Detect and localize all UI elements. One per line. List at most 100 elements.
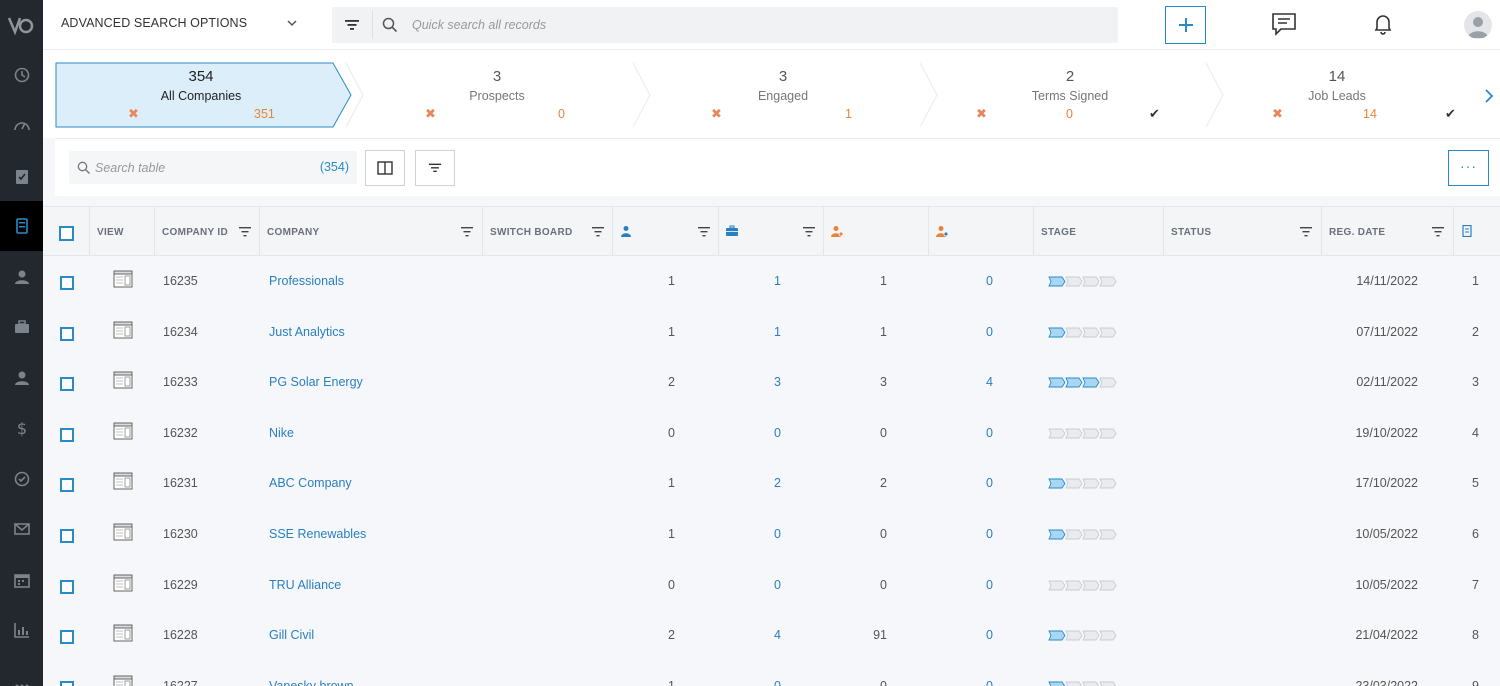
column-jobs[interactable]	[718, 207, 823, 255]
table-row[interactable]: 16235 Professionals 1 1 1 0 14/11/2022 1	[43, 256, 1500, 307]
view-record-icon[interactable]	[113, 675, 133, 686]
company-name-link[interactable]: Nike	[269, 426, 294, 440]
row-checkbox[interactable]	[60, 427, 74, 442]
filter-icon[interactable]	[239, 227, 251, 237]
chat-icon[interactable]	[1271, 12, 1297, 36]
row-checkbox[interactable]	[60, 529, 74, 543]
sidebar-tasks-icon[interactable]	[0, 151, 43, 201]
view-record-icon[interactable]	[113, 624, 133, 642]
table-search-input[interactable]	[95, 159, 295, 177]
chevron-down-icon[interactable]	[286, 17, 298, 29]
view-record-icon[interactable]	[113, 472, 133, 490]
sidebar-reports-icon[interactable]	[0, 605, 43, 655]
column-placements[interactable]	[928, 207, 1033, 255]
sidebar-candidates-icon[interactable]	[0, 353, 43, 403]
row-checkbox[interactable]	[60, 326, 74, 341]
filter-icon[interactable]	[698, 227, 710, 237]
column-reg-date[interactable]: REG. DATE	[1321, 207, 1453, 255]
sidebar-approvals-icon[interactable]	[0, 454, 43, 504]
table-row[interactable]: 16232 Nike 0 0 0 0 19/10/2022 4	[43, 408, 1500, 459]
placements-count-link[interactable]: 0	[986, 527, 993, 541]
chevron-right-icon[interactable]	[1483, 89, 1495, 103]
company-name-link[interactable]: Gill Civil	[269, 628, 314, 642]
sidebar-jobs-icon[interactable]	[0, 302, 43, 352]
row-checkbox[interactable]	[60, 579, 74, 594]
jobs-count-link[interactable]: 2	[774, 476, 781, 490]
stage-terms-signed[interactable]: 2 Terms Signed ✖ 0 ✔	[926, 63, 1214, 127]
sidebar-calendar-icon[interactable]	[0, 555, 43, 605]
jobs-count-link[interactable]: 1	[774, 325, 781, 339]
logo-icon[interactable]	[6, 14, 36, 38]
row-checkbox[interactable]	[60, 630, 74, 645]
row-checkbox[interactable]	[60, 377, 74, 392]
table-row[interactable]: 16228 Gill Civil 2 4 91 0 21/04/2022 8	[43, 610, 1500, 661]
sidebar-history-icon[interactable]	[0, 50, 43, 100]
more-options-button[interactable]: ···	[1448, 150, 1489, 186]
column-switch-board[interactable]: SWITCH BOARD	[482, 207, 612, 255]
row-checkbox[interactable]	[60, 478, 74, 493]
jobs-count-link[interactable]: 0	[774, 426, 781, 440]
company-name-link[interactable]: Professionals	[269, 274, 344, 288]
sidebar-mail-icon[interactable]	[0, 504, 43, 554]
close-icon[interactable]: ✖	[711, 106, 722, 122]
company-name-link[interactable]: Just Analytics	[269, 325, 345, 339]
company-name-link[interactable]: SSE Renewables	[269, 527, 366, 541]
close-icon[interactable]: ✖	[1272, 106, 1283, 122]
column-company-id[interactable]: COMPANY ID	[154, 207, 259, 255]
columns-button[interactable]	[365, 150, 405, 186]
select-all-checkbox[interactable]	[59, 226, 74, 241]
stage-all-companies[interactable]: 354 All Companies ✖ 351	[56, 63, 346, 127]
table-row[interactable]: 16231 ABC Company 1 2 2 0 17/10/2022 5	[43, 458, 1500, 509]
filter-icon[interactable]	[1300, 227, 1312, 237]
table-row[interactable]: 16230 SSE Renewables 1 0 0 0 10/05/2022 6	[43, 509, 1500, 560]
table-row[interactable]: 16227 Vapesky brown 1 0 0 0 23/03/2022 9	[43, 661, 1500, 686]
table-filter-button[interactable]	[415, 150, 455, 186]
row-checkbox[interactable]	[60, 680, 74, 686]
placements-count-link[interactable]: 0	[986, 426, 993, 440]
close-icon[interactable]: ✖	[976, 106, 987, 122]
column-index[interactable]	[1453, 207, 1500, 255]
close-icon[interactable]: ✖	[425, 106, 436, 122]
view-record-icon[interactable]	[113, 371, 133, 389]
stage-engaged[interactable]: 3 Engaged ✖ 1	[639, 63, 927, 127]
column-company[interactable]: COMPANY	[259, 207, 482, 255]
column-stage[interactable]: STAGE	[1033, 207, 1163, 255]
placements-count-link[interactable]: 0	[986, 578, 993, 592]
sidebar-finance-icon[interactable]: $	[0, 403, 43, 453]
company-name-link[interactable]: PG Solar Energy	[269, 375, 363, 389]
close-icon[interactable]: ✖	[128, 106, 139, 122]
row-checkbox[interactable]	[60, 276, 74, 290]
avatar[interactable]	[1464, 11, 1492, 39]
column-candidates[interactable]	[823, 207, 928, 255]
jobs-count-link[interactable]: 0	[774, 578, 781, 592]
filter-icon[interactable]	[592, 227, 604, 237]
company-name-link[interactable]: TRU Alliance	[269, 578, 341, 592]
view-record-icon[interactable]	[113, 321, 133, 339]
placements-count-link[interactable]: 0	[986, 679, 993, 686]
placements-count-link[interactable]: 0	[986, 325, 993, 339]
placements-count-link[interactable]: 0	[986, 476, 993, 490]
sidebar-dashboard-icon[interactable]	[0, 101, 43, 151]
column-contacts[interactable]	[612, 207, 718, 255]
jobs-count-link[interactable]: 1	[774, 274, 781, 288]
placements-count-link[interactable]: 0	[986, 274, 993, 288]
sidebar-contacts-icon[interactable]	[0, 252, 43, 302]
advanced-search-dropdown[interactable]: ADVANCED SEARCH OPTIONS	[61, 16, 247, 30]
stage-job-leads[interactable]: 14 Job Leads ✖ 14 ✔	[1213, 63, 1461, 127]
sidebar-companies-icon[interactable]	[0, 201, 43, 251]
view-record-icon[interactable]	[113, 523, 133, 541]
quick-search-input[interactable]	[412, 16, 1092, 34]
filter-icon[interactable]	[803, 227, 815, 237]
filter-icon[interactable]	[1432, 227, 1444, 237]
placements-count-link[interactable]: 4	[986, 375, 993, 389]
table-row[interactable]: 16229 TRU Alliance 0 0 0 0 10/05/2022 7	[43, 560, 1500, 611]
jobs-count-link[interactable]: 4	[774, 628, 781, 642]
filter-icon[interactable]	[461, 227, 473, 237]
bell-icon[interactable]	[1371, 12, 1395, 36]
jobs-count-link[interactable]: 0	[774, 679, 781, 686]
view-record-icon[interactable]	[113, 574, 133, 592]
column-status[interactable]: STATUS	[1163, 207, 1321, 255]
company-name-link[interactable]: Vapesky brown	[269, 679, 354, 686]
filter-icon[interactable]	[344, 17, 360, 33]
placements-count-link[interactable]: 0	[986, 628, 993, 642]
